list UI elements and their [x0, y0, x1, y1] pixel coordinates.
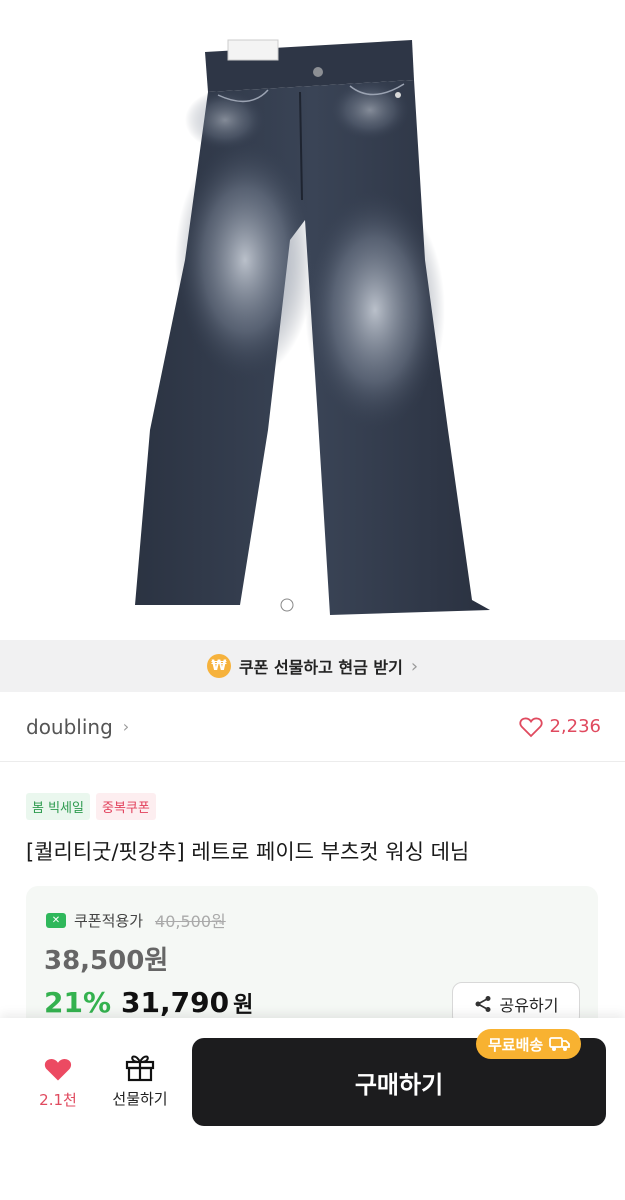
- seller-name: doubling: [26, 714, 113, 739]
- coupon-price-line: ✕ 쿠폰적용가 40,500원: [46, 908, 226, 932]
- gift-icon: [125, 1055, 155, 1082]
- likes-count: 2,236: [549, 716, 601, 737]
- discount-rate: 21%: [44, 986, 112, 1019]
- original-price: 40,500원: [155, 912, 226, 931]
- currency-unit: 원: [233, 993, 254, 1018]
- final-price-line: 21% 31,790 원: [44, 986, 253, 1019]
- delivery-truck-icon: [549, 1037, 571, 1051]
- free-shipping-badge: 무료배송: [476, 1029, 582, 1059]
- chevron-right-icon: ›: [410, 655, 419, 677]
- wish-button[interactable]: 2.1천: [30, 1056, 86, 1110]
- tag-list: 봄 빅세일 중복쿠폰: [26, 793, 156, 820]
- share-label: 공유하기: [499, 996, 559, 1015]
- free-shipping-label: 무료배송: [488, 1035, 544, 1054]
- won-coin-icon: ₩: [206, 654, 231, 678]
- buy-label: 구매하기: [354, 1070, 444, 1099]
- seller-likes[interactable]: 2,236: [519, 716, 601, 738]
- price-box: ✕ 쿠폰적용가 40,500원 38,500원 21% 31,790 원 공유하…: [26, 886, 598, 1036]
- heart-filled-icon: [44, 1059, 72, 1081]
- gift-button[interactable]: 선물하기: [104, 1052, 176, 1109]
- coupon-gift-banner[interactable]: ₩ 쿠폰 선물하고 현금 받기 ›: [0, 640, 625, 692]
- sale-price: 38,500원: [44, 946, 169, 976]
- chevron-right-icon: ›: [122, 717, 130, 736]
- jeans-image: [135, 39, 490, 615]
- gift-label: 선물하기: [112, 1090, 168, 1108]
- tag-duplicate-coupon: 중복쿠폰: [95, 793, 156, 820]
- coupon-price-label: 쿠폰적용가: [74, 911, 144, 930]
- share-icon: [475, 996, 491, 1012]
- final-price: 31,790: [121, 986, 230, 1019]
- heart-outline-icon: [519, 717, 544, 737]
- seller-row: doubling › 2,236: [0, 692, 625, 762]
- product-title: [퀄리티굿/핏강추] 레트로 페이드 부츠컷 워싱 데님: [26, 840, 470, 864]
- product-image: [0, 0, 625, 640]
- coupon-gift-label: 쿠폰 선물하고 현금 받기: [238, 658, 403, 677]
- seller-link[interactable]: doubling ›: [26, 715, 129, 739]
- ticket-icon: ✕: [46, 912, 66, 928]
- wish-count: 2.1천: [39, 1091, 77, 1109]
- tag-spring-sale: 봄 빅세일: [26, 793, 90, 820]
